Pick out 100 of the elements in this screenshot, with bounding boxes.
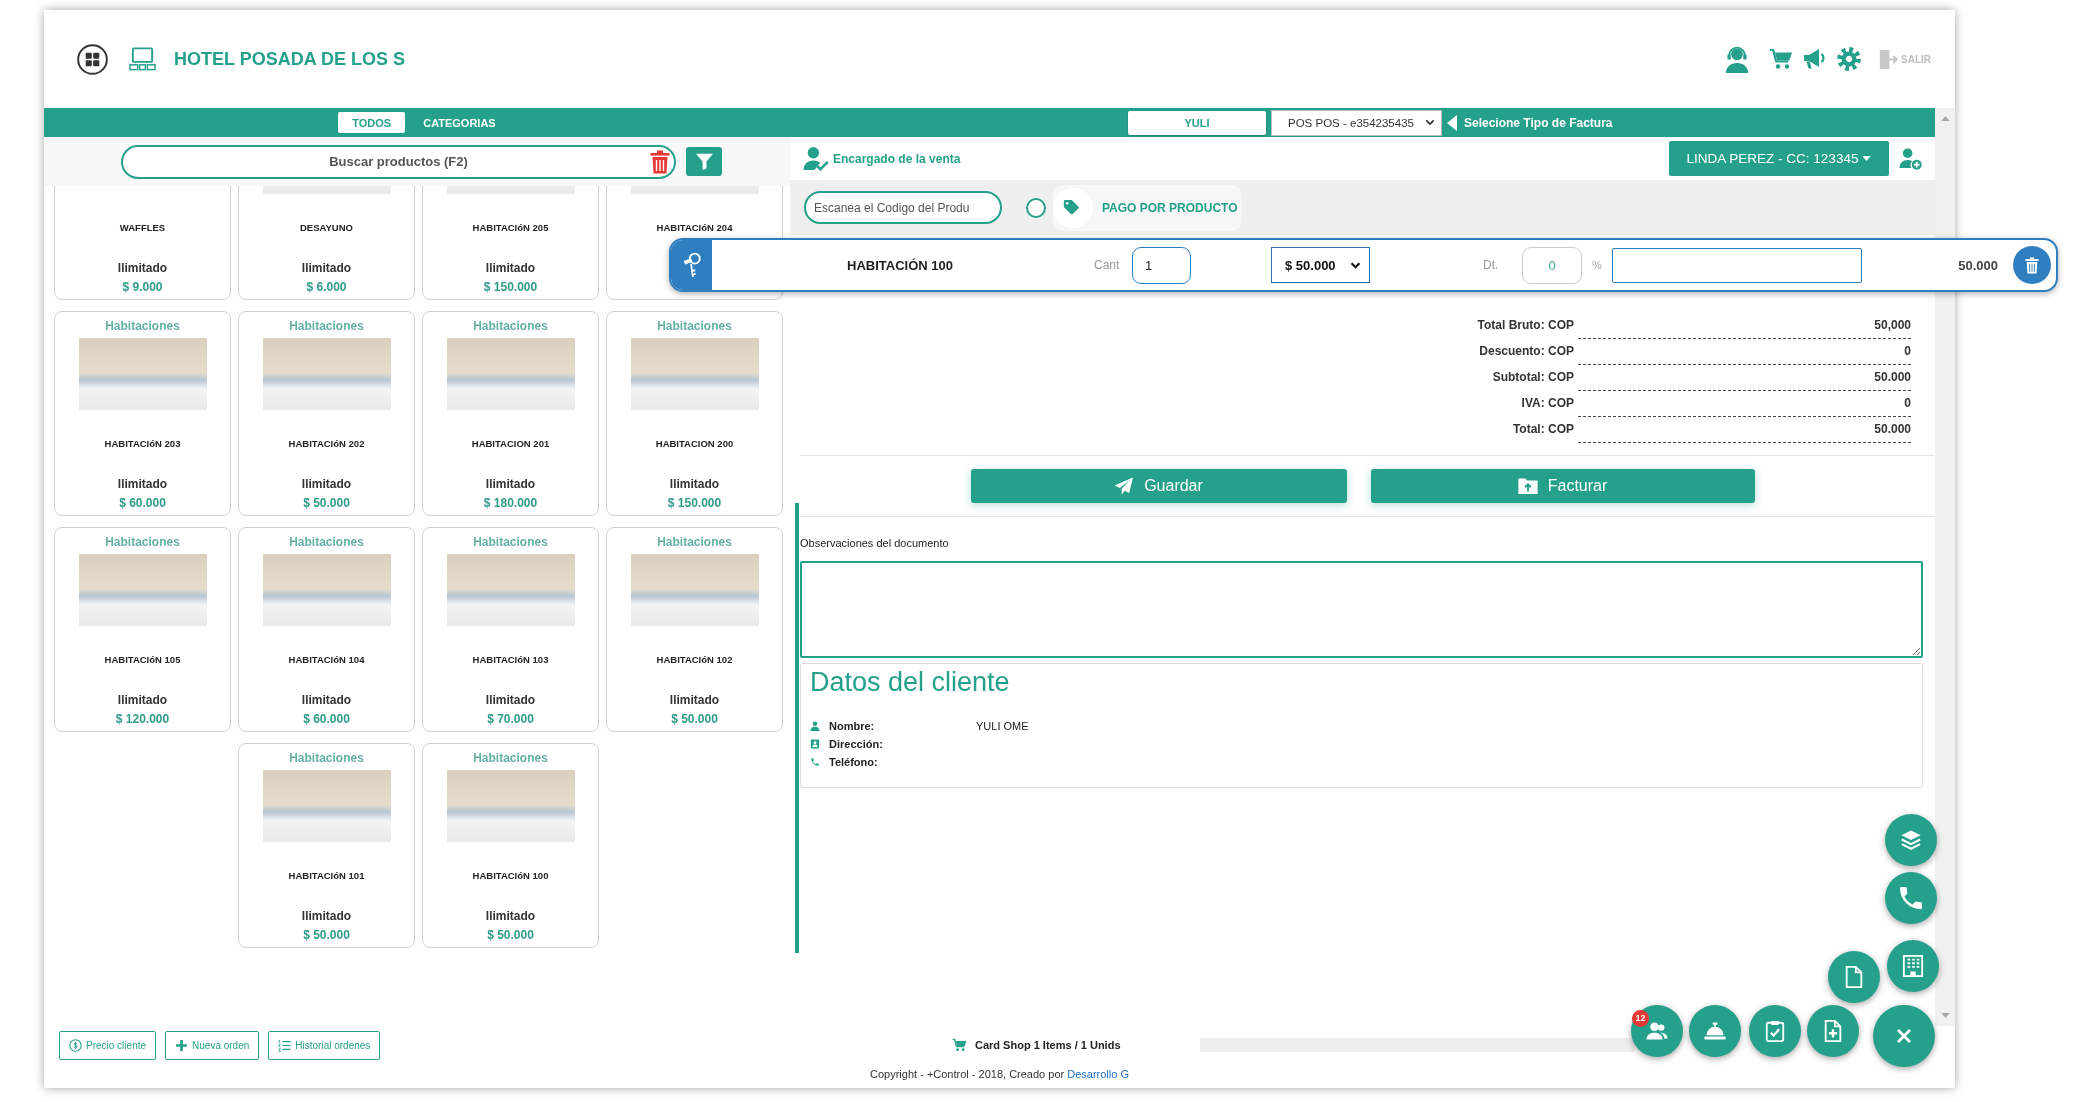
category-label: Habitaciones — [289, 535, 364, 549]
product-card[interactable]: Habitaciones HABITACIóN 102 Ilimitado $ 50.000 — [606, 527, 783, 732]
product-card[interactable]: Habitaciones HABITACIóN 103 Ilimitado $ 70.000 — [422, 527, 599, 732]
discount-label: Dt. — [1483, 258, 1499, 272]
item-total: 50.000 — [1958, 257, 1998, 273]
price-label: $ 60.000 — [119, 496, 166, 510]
category-label: Habitaciones — [473, 319, 548, 333]
product-card[interactable]: Habitaciones HABITACIóN 100 Ilimitado $ 50.000 — [422, 743, 599, 948]
filter-button[interactable] — [686, 147, 722, 176]
product-card[interactable]: Habitaciones HABITACIóN 105 Ilimitado $ 120.000 — [54, 527, 231, 732]
horizontal-scrollbar[interactable] — [1200, 1038, 1635, 1052]
quantity-label: Cant — [1094, 258, 1120, 272]
invoice-type-hint: Selecione Tipo de Factura — [1464, 115, 1613, 130]
pos-select[interactable]: POS POS - e354235435 — [1271, 109, 1442, 136]
caret-icon — [1862, 156, 1872, 161]
note-field[interactable] — [1612, 247, 1862, 283]
stock-label: Ilimitado — [117, 693, 168, 707]
product-card[interactable]: Habitaciones HABITACION 201 Ilimitado $ 180.000 — [422, 311, 599, 516]
copyright-text: Copyright - +Control - 2018, Creado por Desarrollo G — [869, 1067, 1130, 1082]
building-icon — [1902, 955, 1924, 977]
exit-icon — [1879, 48, 1898, 70]
grid-menu-icon[interactable] — [77, 43, 108, 75]
stock-label: Ilimitado — [301, 909, 352, 923]
stock-label: Ilimitado — [669, 693, 720, 707]
stock-label: Ilimitado — [301, 693, 352, 707]
total-value: 50.000 — [1578, 365, 1911, 391]
megaphone-icon[interactable] — [1803, 48, 1827, 70]
price-label: $ 180.000 — [483, 496, 538, 510]
category-label: Habitaciones — [105, 319, 180, 333]
chevron-down-icon — [1350, 261, 1361, 269]
scrollbar[interactable] — [1935, 108, 1955, 1026]
add-user-icon[interactable] — [1899, 147, 1922, 170]
product-card[interactable]: Habitaciones HABITACION 200 Ilimitado $ 150.000 — [606, 311, 783, 516]
cart-icon — [952, 1038, 967, 1052]
product-name: HABITACIóN 105 — [104, 653, 181, 667]
stock-label: Ilimitado — [117, 477, 168, 491]
product-name: WAFFLES — [119, 221, 166, 235]
product-name: HABITACIóN 205 — [472, 221, 549, 235]
scroll-down-icon[interactable] — [1940, 1013, 1950, 1018]
headset-user-icon[interactable] — [1723, 45, 1751, 73]
clipboard-check-icon — [1764, 1020, 1786, 1042]
product-name: HABITACION 200 — [655, 437, 734, 451]
search-field[interactable]: Buscar productos (F2) — [121, 144, 676, 179]
price-label: $ 150.000 — [667, 496, 722, 510]
product-card[interactable]: Habitaciones HABITACIóN 101 Ilimitado $ 50.000 — [238, 743, 415, 948]
category-label: Habitaciones — [473, 535, 548, 549]
price-label: $ 50.000 — [303, 928, 350, 942]
radio-button[interactable] — [1026, 197, 1046, 218]
cart-icon[interactable] — [1769, 48, 1793, 70]
dollar-icon — [69, 1038, 82, 1052]
folder-upload-icon — [1517, 477, 1538, 495]
product-card[interactable]: WAFFLES Ilimitado $ 9.000 — [54, 186, 231, 300]
product-card[interactable]: Habitaciones HABITACIóN 203 Ilimitado $ 60.000 — [54, 311, 231, 516]
file-icon — [1843, 966, 1865, 988]
barcode-field[interactable]: Escanea el Codigo del Produ — [804, 191, 1002, 224]
price-label: $ 70.000 — [487, 712, 534, 726]
field-label: Nombre: — [829, 720, 876, 732]
category-label: Habitaciones — [105, 535, 180, 549]
total-label: IVA: COP — [1521, 395, 1574, 412]
developer-link[interactable]: Desarrollo G — [1067, 1068, 1129, 1080]
field-value: YULI OME — [976, 720, 1029, 732]
line-item-row[interactable]: HABITACIÓN 100 Cant 1 $ 50.000 Dt. 0 % 50.000 — [669, 238, 2058, 292]
stock-label: Ilimitado — [117, 261, 168, 275]
product-name: HABITACIóN 101 — [288, 869, 365, 883]
product-name: DESAYUNO — [300, 221, 353, 235]
product-name: HABITACIóN 203 — [104, 437, 181, 451]
product-name: HABITACION 201 — [471, 437, 550, 451]
stock-label: Ilimitado — [485, 261, 536, 275]
item-name: HABITACIÓN 100 — [847, 257, 953, 273]
address-book-icon — [810, 739, 820, 749]
product-card[interactable]: Habitaciones HABITACIóN 104 Ilimitado $ 60.000 — [238, 527, 415, 732]
category-label: Habitaciones — [657, 535, 732, 549]
plus-icon — [175, 1038, 189, 1052]
product-card[interactable]: DESAYUNO Ilimitado $ 6.000 — [238, 186, 415, 300]
stock-label: Ilimitado — [485, 477, 536, 491]
delete-button[interactable] — [2013, 246, 2051, 284]
trash-icon — [2025, 256, 2039, 274]
phone-icon — [810, 757, 820, 767]
notes-field[interactable] — [800, 561, 1923, 658]
layers-icon — [1900, 829, 1922, 851]
price-select[interactable]: $ 50.000 — [1271, 247, 1370, 283]
notification-badge: 12 — [1632, 1010, 1649, 1027]
file-plus-icon — [1822, 1020, 1844, 1042]
price-label: $ 120.000 — [115, 712, 170, 726]
product-card[interactable]: HABITACIóN 205 Ilimitado $ 150.000 — [422, 186, 599, 300]
product-card[interactable]: Habitaciones HABITACIóN 202 Ilimitado $ 50.000 — [238, 311, 415, 516]
close-icon — [1896, 1028, 1912, 1044]
quantity-field[interactable]: 1 — [1132, 246, 1191, 284]
total-label: Total Bruto: COP — [1477, 317, 1574, 334]
monitor-icon — [129, 47, 156, 71]
filter-icon — [694, 153, 714, 170]
trash-icon[interactable] — [650, 149, 670, 174]
category-label: Habitaciones — [289, 751, 364, 765]
phone-icon — [1900, 887, 1922, 909]
user-check-icon — [803, 146, 830, 171]
field-label: Teléfono: — [829, 756, 879, 768]
scroll-up-icon[interactable] — [1940, 116, 1950, 121]
price-label: $ 60.000 — [303, 712, 350, 726]
price-label: $ 6.000 — [306, 280, 347, 294]
settings-icon[interactable] — [1837, 47, 1861, 71]
